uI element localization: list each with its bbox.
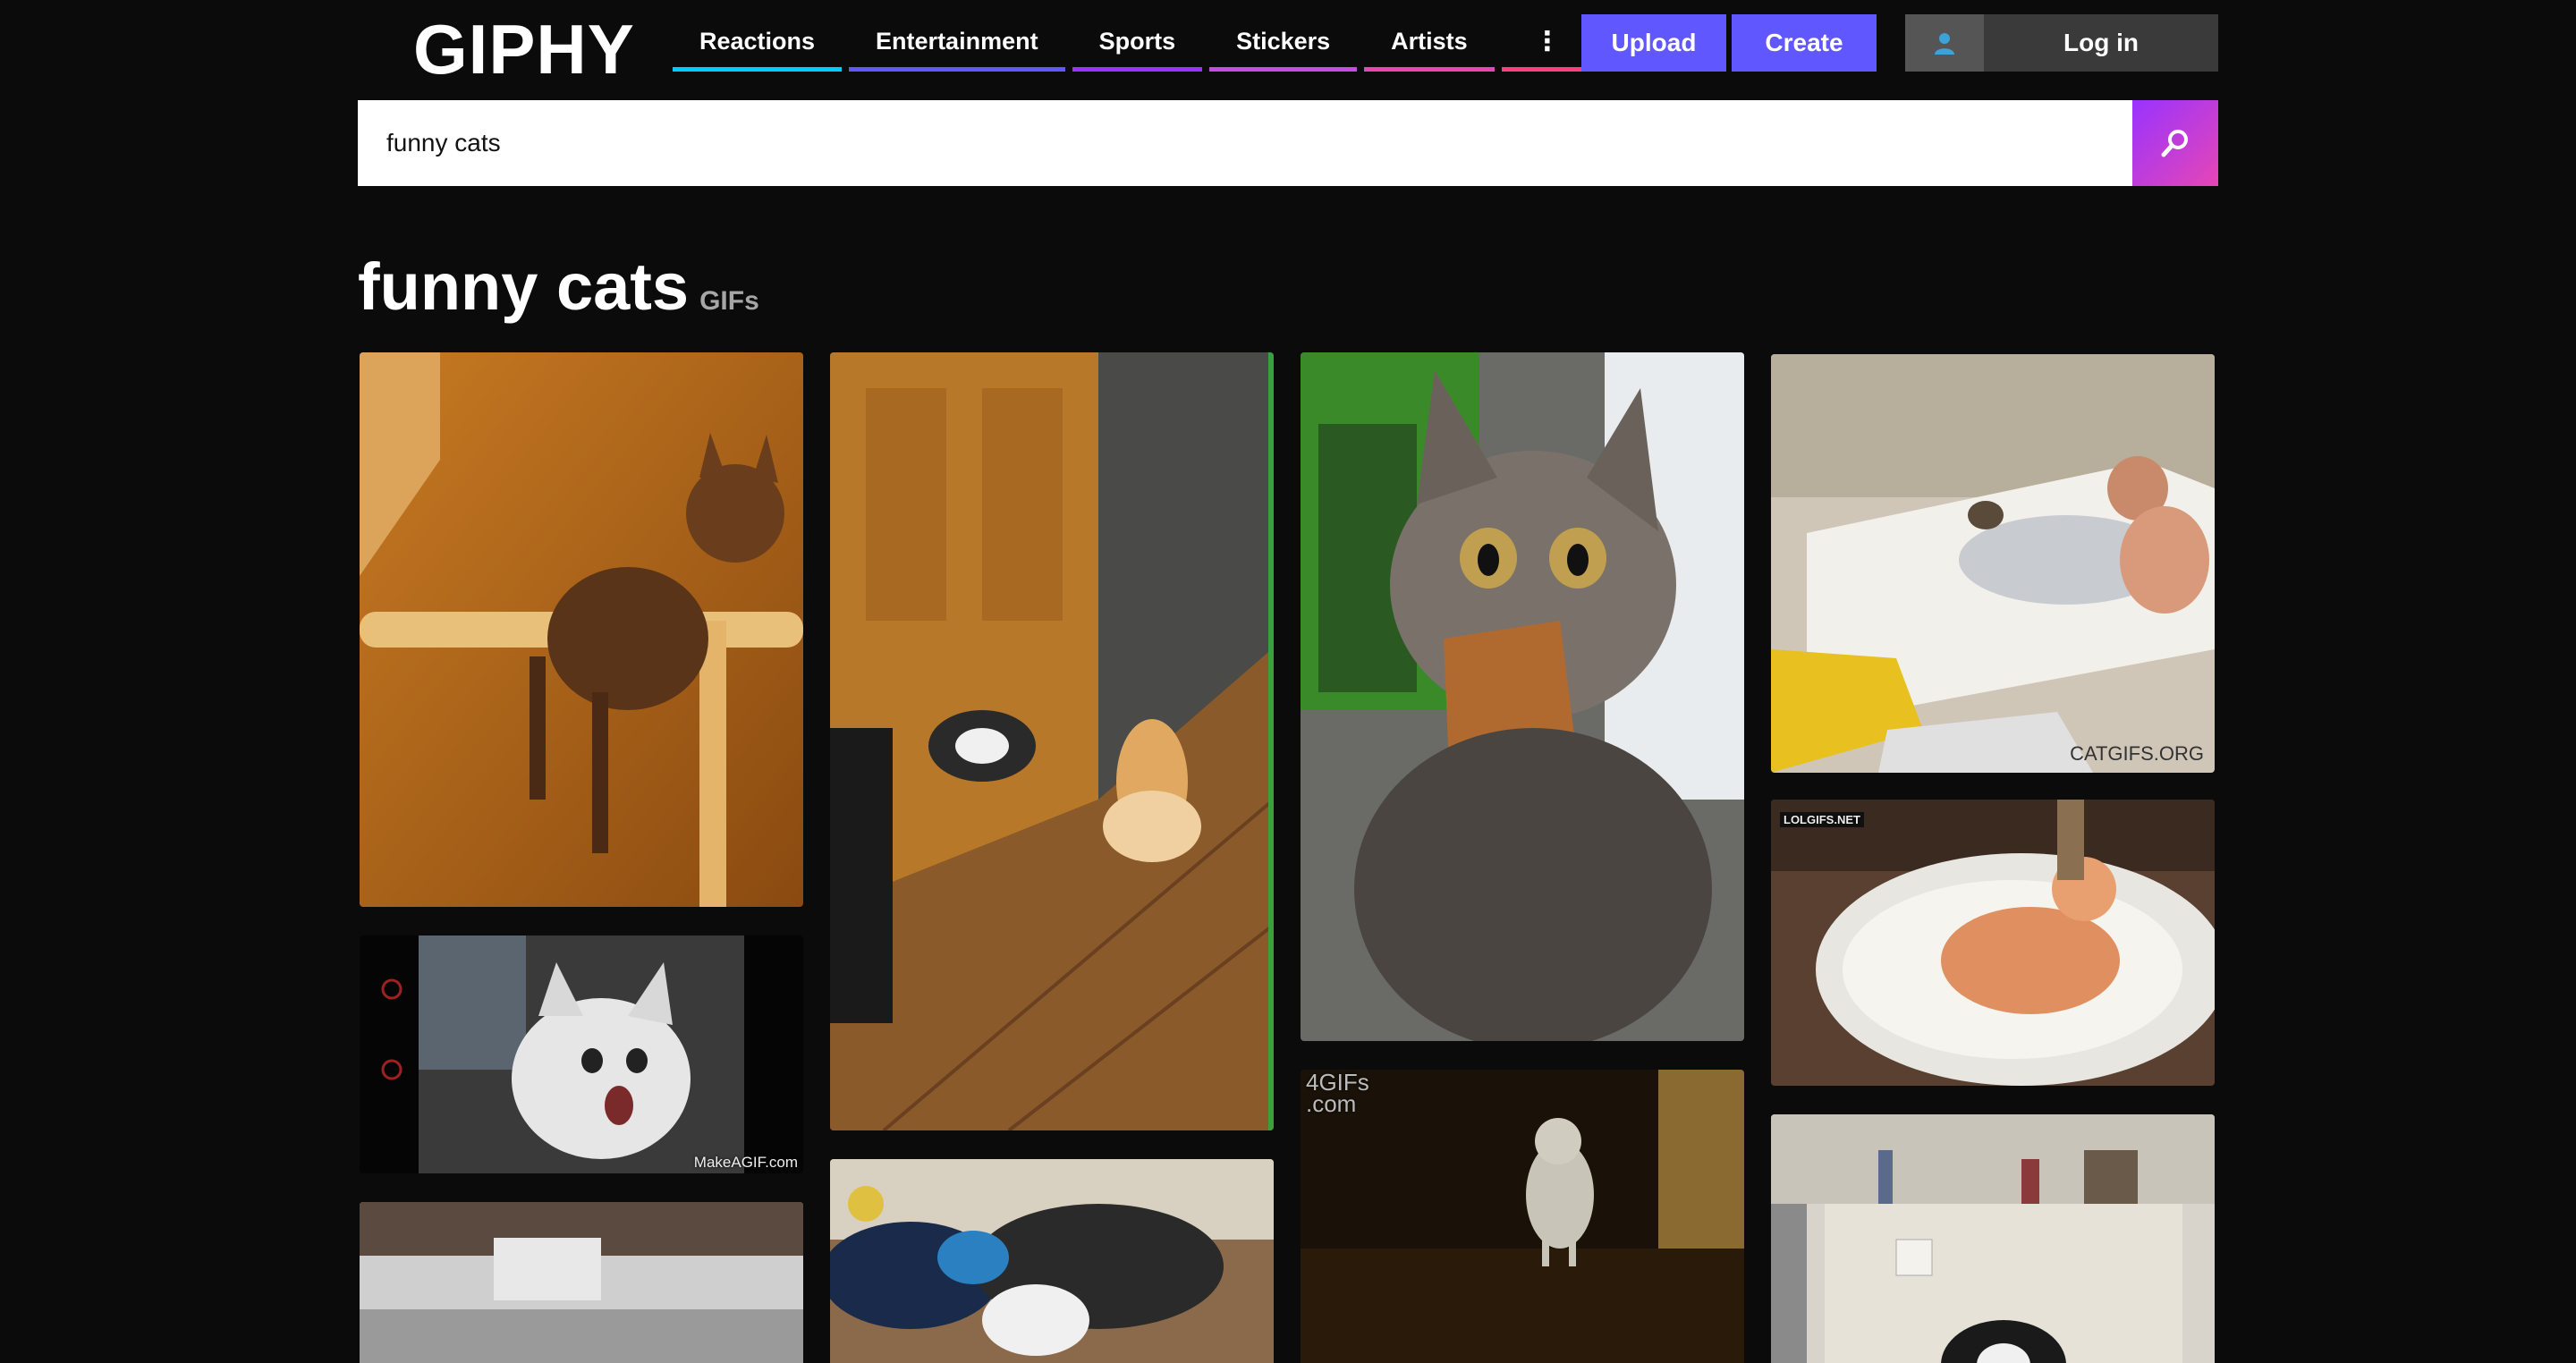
gif-watermark: LOLGIFS.NET — [1780, 812, 1864, 827]
page-title: funny cats — [358, 250, 690, 324]
gif-watermark: CATGIFS.ORG — [2070, 742, 2204, 765]
gif-tile[interactable] — [830, 352, 1274, 1130]
search-button[interactable] — [2132, 100, 2218, 186]
upload-button[interactable]: Upload — [1581, 14, 1726, 72]
gif-image — [360, 935, 803, 1173]
gif-tile[interactable] — [830, 1159, 1274, 1363]
gif-tile[interactable]: LOLGIFS.NET — [1771, 800, 2215, 1086]
gif-watermark: 4GIFs .com — [1306, 1070, 1369, 1117]
gif-grid: MakeAGIF.com 4GIFs .com CATGIFS.ORG LOLG… — [358, 352, 2218, 1363]
nav-entertainment[interactable]: Entertainment — [849, 16, 1065, 72]
gif-tile[interactable] — [360, 352, 803, 907]
gif-image — [1771, 354, 2215, 773]
gif-image — [830, 1159, 1274, 1363]
nav-reactions[interactable]: Reactions — [673, 16, 843, 72]
gif-tile[interactable]: CATGIFS.ORG — [1771, 354, 2215, 773]
login-button[interactable]: Log in — [1905, 14, 2218, 72]
gif-image — [1301, 352, 1744, 1041]
gif-image — [360, 352, 803, 907]
nav-artists[interactable]: Artists — [1364, 16, 1495, 72]
login-label: Log in — [2063, 29, 2139, 56]
gif-watermark: MakeAGIF.com — [693, 1154, 798, 1171]
page-subtitle: GIFs — [699, 286, 759, 316]
gif-image — [1771, 1114, 2215, 1363]
search-bar — [358, 100, 2218, 186]
nav-sports[interactable]: Sports — [1072, 16, 1203, 72]
gif-tile[interactable] — [1771, 1114, 2215, 1363]
nav-stickers[interactable]: Stickers — [1209, 16, 1358, 72]
gif-tile[interactable] — [360, 1202, 803, 1363]
user-avatar-icon — [1905, 14, 1984, 72]
create-button[interactable]: Create — [1732, 14, 1877, 72]
top-header: GIPHY Reactions Entertainment Sports Sti… — [0, 0, 2576, 89]
nav-more-menu[interactable]: ⋮ — [1501, 16, 1593, 72]
giphy-logo[interactable]: GIPHY — [413, 9, 635, 90]
gif-image — [830, 352, 1274, 1130]
search-icon — [2161, 130, 2188, 157]
results-heading: funny cats GIFs — [358, 249, 759, 325]
search-input[interactable] — [358, 100, 2132, 186]
main-nav: Reactions Entertainment Sports Stickers … — [673, 16, 1593, 73]
gif-image — [1771, 800, 2215, 1086]
gif-image — [360, 1202, 803, 1363]
gif-tile[interactable] — [1301, 352, 1744, 1041]
gif-tile[interactable]: 4GIFs .com — [1301, 1070, 1744, 1363]
gif-tile[interactable]: MakeAGIF.com — [360, 935, 803, 1173]
